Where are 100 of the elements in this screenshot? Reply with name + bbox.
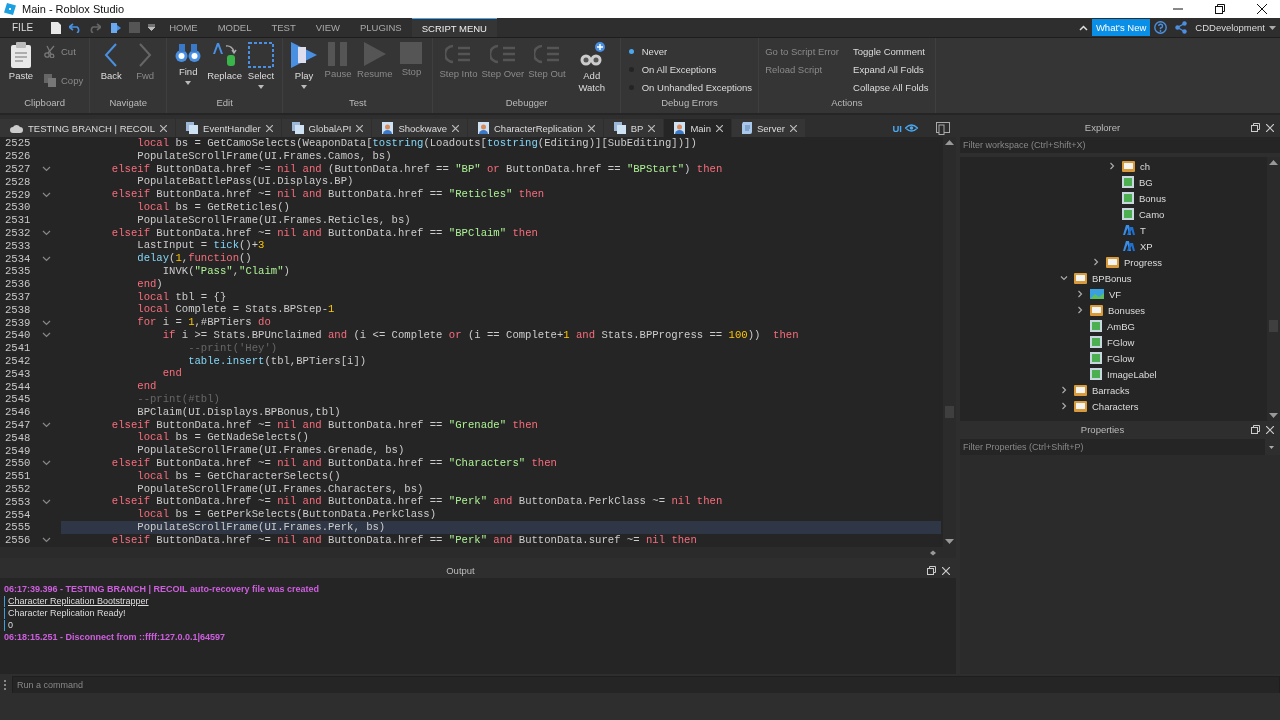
undock-icon[interactable] [1251,425,1260,434]
fold-chevron-icon[interactable] [42,255,51,262]
close-icon[interactable] [265,124,273,132]
action-link[interactable]: Expand All Folds [853,62,929,77]
tree-item[interactable]: ImageLabel [1107,368,1157,380]
tree-item[interactable]: Camo [1139,208,1165,220]
caret-icon[interactable] [301,85,308,89]
fold-chevron-icon[interactable] [42,319,51,326]
caret-icon[interactable] [185,81,192,85]
scroll-up-icon[interactable] [1269,160,1278,165]
fold-chevron-icon[interactable] [42,191,51,198]
ribbon-button[interactable]: Paste [6,42,36,97]
radio-indicator[interactable] [628,49,634,54]
close-icon[interactable] [587,124,595,132]
redo-icon[interactable] [89,22,102,33]
ui-visibility-toggle[interactable]: UI [892,122,918,134]
collapsed-chevron-icon[interactable] [1076,306,1084,314]
close-icon[interactable] [160,124,168,132]
fold-chevron-icon[interactable] [42,421,51,428]
command-field[interactable]: Run a command [12,676,1280,694]
new-file-icon[interactable] [51,21,62,34]
document-tab[interactable]: Main [664,119,731,137]
tree-item[interactable]: Characters [1092,400,1139,412]
tree-item[interactable]: BPBonus [1092,272,1132,284]
radio-option[interactable]: On All Exceptions [626,62,753,77]
ribbon-tab[interactable]: MODEL [207,18,262,37]
fold-chevron-icon[interactable] [42,229,51,236]
fold-chevron-icon[interactable] [42,460,51,467]
fold-chevron-icon[interactable] [42,498,51,505]
undock-icon[interactable] [927,566,936,575]
close-icon[interactable] [1257,4,1267,14]
scroll-right-icon[interactable] [933,548,936,557]
close-icon[interactable] [452,124,459,132]
customize-caret-icon[interactable] [148,24,156,31]
document-tab[interactable]: Shockwave [372,119,467,137]
fold-chevron-icon[interactable] [42,332,51,339]
close-icon[interactable] [789,124,797,132]
tree-item[interactable]: Barracks [1092,384,1130,396]
ribbon-button[interactable]: Back [96,42,127,97]
ribbon-tab[interactable]: TEST [261,18,306,37]
ribbon-tab[interactable]: PLUGINS [350,18,412,37]
tree-item[interactable]: FGlow [1107,352,1135,364]
share-icon[interactable] [1175,21,1188,34]
fold-chevron-icon[interactable] [42,166,51,172]
document-tab[interactable]: BP [603,119,664,137]
filter-field[interactable]: Filter workspace (Ctrl+Shift+X) [960,137,1280,153]
play-here-icon[interactable] [109,21,122,34]
tree-item[interactable]: FGlow [1107,336,1135,348]
filter-field[interactable]: Filter Properties (Ctrl+Shift+P) [960,439,1265,455]
tree-item[interactable]: T [1140,224,1146,236]
radio-option[interactable]: Never [626,44,753,59]
ribbon-button[interactable]: Add Watch [569,42,614,97]
help-icon[interactable] [1154,21,1168,34]
file-menu[interactable]: FILE [0,22,48,33]
action-link[interactable]: Toggle Comment [853,44,929,59]
tree-item[interactable]: Bonus [1139,192,1166,204]
user-menu[interactable]: CDDevelopment [1195,22,1265,33]
tree-item[interactable]: ch [1140,160,1151,172]
close-icon[interactable] [356,124,364,132]
close-icon[interactable] [716,124,723,132]
tree-item[interactable]: Bonuses [1108,304,1145,316]
tree-item[interactable]: BG [1139,176,1153,188]
undo-icon[interactable] [69,22,82,33]
expanded-chevron-icon[interactable] [1060,274,1068,282]
collapsed-chevron-icon[interactable] [1092,258,1100,266]
scroll-up-icon[interactable] [945,140,954,145]
caret-icon[interactable] [258,85,265,89]
close-icon[interactable] [648,124,656,132]
document-tab[interactable]: CharacterReplication [468,119,603,137]
ribbon-button[interactable]: Play [289,42,320,97]
document-tab[interactable]: Server [732,119,805,137]
collapsed-chevron-icon[interactable] [1108,162,1116,170]
caret-icon[interactable] [1269,445,1274,449]
undock-icon[interactable] [1251,123,1260,132]
tree-item[interactable]: Progress [1124,256,1162,268]
scroll-left-icon[interactable] [930,548,933,557]
scroll-down-icon[interactable] [1269,413,1278,418]
device-icon[interactable] [936,121,950,135]
fold-chevron-icon[interactable] [42,537,51,544]
ribbon-button[interactable]: Find [173,42,204,97]
collapsed-chevron-icon[interactable] [1060,386,1068,394]
collapse-ribbon-icon[interactable] [1078,24,1088,31]
ribbon-tab[interactable]: HOME [159,18,208,37]
collapsed-chevron-icon[interactable] [1060,402,1068,410]
caret-icon[interactable] [1269,25,1276,30]
ribbon-button[interactable]: Replace [207,42,243,97]
collapsed-chevron-icon[interactable] [1076,290,1084,298]
output-link[interactable]: Character Replication Bootstrapper [8,596,149,606]
action-link[interactable]: Collapse All Folds [853,80,929,95]
ribbon-tab[interactable]: SCRIPT MENU [411,18,497,37]
ribbon-tab[interactable]: VIEW [305,18,350,37]
tree-item[interactable]: VF [1109,288,1122,300]
document-tab[interactable]: GlobalAPI [281,119,372,137]
restore-icon[interactable] [1215,4,1225,14]
tree-item[interactable]: XP [1140,240,1153,252]
tree-item[interactable]: AmBG [1107,320,1135,332]
ribbon-button[interactable]: Select [246,42,277,97]
scroll-down-icon[interactable] [945,539,954,544]
document-tab[interactable]: TESTING BRANCH | RECOIL [0,119,176,137]
radio-option[interactable]: On Unhandled Exceptions [626,80,753,95]
